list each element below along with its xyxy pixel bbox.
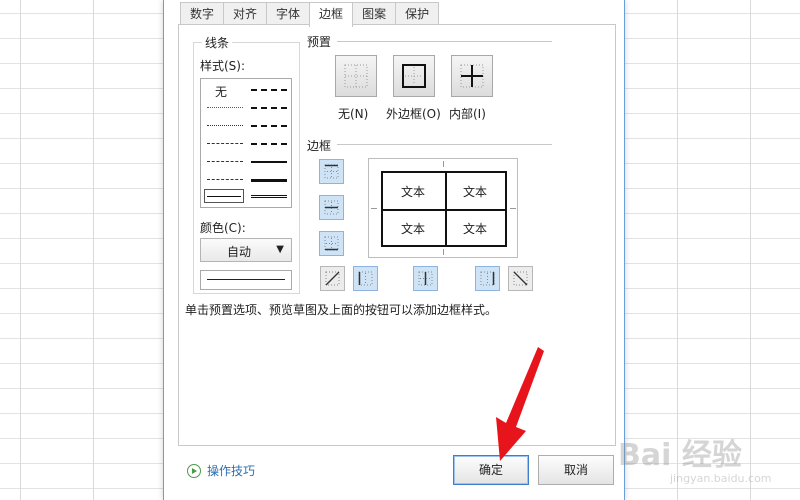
preview-tick xyxy=(371,208,377,209)
border-tab-panel: 线条 样式(S): 无 颜色(C): 自动 ▼ 预置 无(N) 外边框(O) 内… xyxy=(178,24,616,446)
line-style-option[interactable] xyxy=(207,125,243,126)
line-style-option[interactable] xyxy=(251,179,287,182)
line-color-label: 颜色(C): xyxy=(200,221,246,235)
border-inside-horizontal-button[interactable] xyxy=(319,195,344,220)
tab-protection[interactable]: 保护 xyxy=(395,2,440,25)
line-group-title: 线条 xyxy=(202,34,233,51)
red-arrow-annotation xyxy=(496,347,544,461)
preset-outline-label: 外边框(O) xyxy=(386,107,441,121)
border-divider xyxy=(337,144,552,145)
tab-font[interactable]: 字体 xyxy=(266,2,311,25)
border-left-button[interactable] xyxy=(353,266,378,291)
border-diagonal-down-button[interactable] xyxy=(508,266,533,291)
hint-text: 单击预置选项、预览草图及上面的按钮可以添加边框样式。 xyxy=(185,303,498,317)
preset-inside-label: 内部(I) xyxy=(449,107,486,121)
border-inside-icon xyxy=(460,64,484,88)
border-inside-vertical-button[interactable] xyxy=(413,266,438,291)
line-style-list[interactable]: 无 xyxy=(200,78,292,208)
format-cells-dialog: 数字 对齐 字体 边框 图案 保护 线条 样式(S): 无 颜色(C): 自动 … xyxy=(163,0,625,500)
preset-none-button[interactable] xyxy=(335,55,377,97)
border-none-icon xyxy=(344,64,368,88)
tab-number[interactable]: 数字 xyxy=(180,2,225,25)
diagonal-down-icon xyxy=(513,271,528,286)
border-section-title: 边框 xyxy=(307,139,332,153)
line-style-option[interactable] xyxy=(251,89,287,91)
preview-cell-text: 文本 xyxy=(401,222,426,236)
line-style-option[interactable] xyxy=(207,143,243,144)
line-style-option[interactable] xyxy=(251,107,287,109)
preset-title: 预置 xyxy=(307,35,332,49)
border-outline-icon xyxy=(402,64,426,88)
preset-inside-button[interactable] xyxy=(451,55,493,97)
operation-tips-link[interactable]: 操作技巧 xyxy=(187,462,255,479)
border-right-button[interactable] xyxy=(475,266,500,291)
baidu-jingyan-watermark: Bai 经验 jingyan.baidu.com xyxy=(612,428,792,498)
preview-cell-text: 文本 xyxy=(463,185,488,199)
border-left-icon xyxy=(358,271,373,286)
tab-pattern[interactable]: 图案 xyxy=(352,2,397,25)
line-style-option[interactable] xyxy=(251,161,287,163)
border-inside-horizontal-icon xyxy=(324,200,339,215)
line-style-label: 样式(S): xyxy=(200,59,246,73)
line-preview-stroke xyxy=(207,279,285,280)
line-group: 线条 样式(S): 无 颜色(C): 自动 ▼ xyxy=(193,34,300,294)
diagonal-up-icon xyxy=(325,271,340,286)
line-preview xyxy=(200,270,292,290)
line-style-option[interactable] xyxy=(207,179,243,180)
border-preview[interactable]: 文本 文本 文本 文本 xyxy=(368,158,518,258)
preview-inside-horizontal xyxy=(383,209,505,211)
line-style-option[interactable] xyxy=(251,195,287,198)
line-color-select[interactable]: 自动 ▼ xyxy=(200,238,292,262)
border-top-icon xyxy=(324,164,339,179)
line-style-option-selected[interactable] xyxy=(204,189,244,203)
preview-tick xyxy=(443,249,444,255)
dialog-content: 数字 对齐 字体 边框 图案 保护 线条 样式(S): 无 颜色(C): 自动 … xyxy=(172,0,618,500)
operation-tips-label: 操作技巧 xyxy=(207,464,256,478)
border-bottom-icon xyxy=(324,236,339,251)
border-right-icon xyxy=(480,271,495,286)
border-bottom-button[interactable] xyxy=(319,231,344,256)
tab-border[interactable]: 边框 xyxy=(309,2,354,27)
line-style-option[interactable] xyxy=(207,107,243,108)
preset-divider xyxy=(337,41,552,42)
preset-none-label: 无(N) xyxy=(338,107,369,121)
tab-alignment[interactable]: 对齐 xyxy=(223,2,268,25)
tab-bar: 数字 对齐 字体 边框 图案 保护 xyxy=(180,2,440,27)
preview-tick xyxy=(510,208,516,209)
border-top-button[interactable] xyxy=(319,159,344,184)
watermark-url: jingyan.baidu.com xyxy=(670,472,772,485)
line-color-value: 自动 xyxy=(227,245,252,259)
line-style-option[interactable] xyxy=(251,125,287,127)
line-style-option[interactable] xyxy=(251,143,287,145)
preview-cell-text: 文本 xyxy=(463,222,488,236)
line-style-none[interactable]: 无 xyxy=(215,83,227,100)
line-style-option[interactable] xyxy=(207,161,243,162)
play-circle-icon xyxy=(187,463,201,478)
preview-cell-text: 文本 xyxy=(401,185,426,199)
border-inside-vertical-icon xyxy=(418,271,433,286)
watermark-logo-text: Bai 经验 xyxy=(618,438,742,473)
preview-tick xyxy=(443,161,444,167)
border-diagonal-up-button[interactable] xyxy=(320,266,345,291)
dropdown-arrow-icon: ▼ xyxy=(276,244,284,255)
preset-outline-button[interactable] xyxy=(393,55,435,97)
preview-table: 文本 文本 文本 文本 xyxy=(381,171,507,247)
